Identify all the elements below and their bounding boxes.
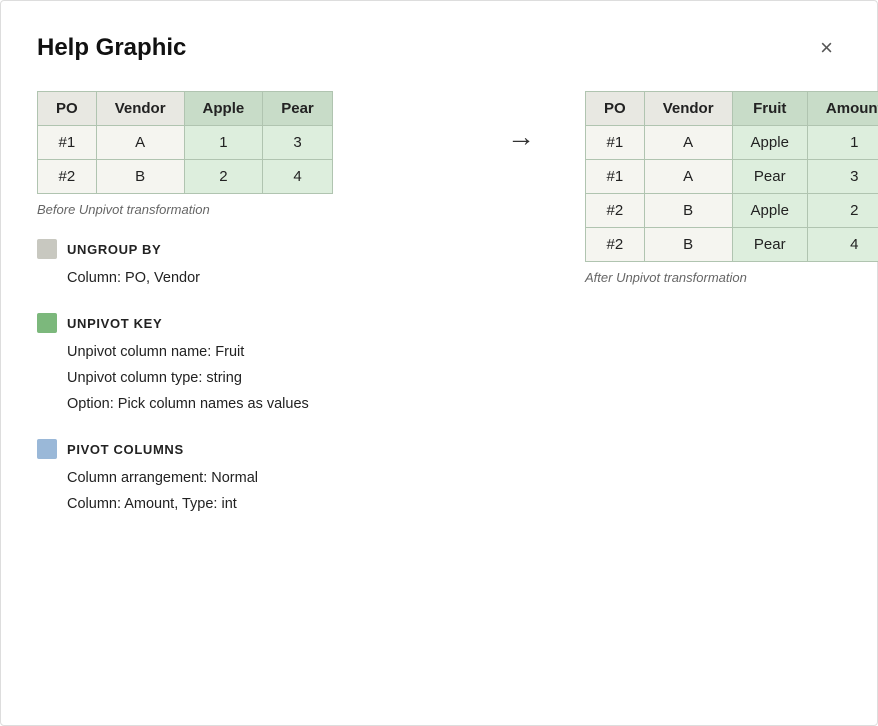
before-table-wrap: PO Vendor Apple Pear #1 A 1 3: [37, 91, 457, 217]
cell-amount: 1: [807, 126, 878, 160]
legend-pivot-columns: PIVOT COLUMNS Column arrangement: Normal…: [37, 439, 457, 517]
pivot-swatch: [37, 439, 57, 459]
pivot-line-2: Column: Amount, Type: int: [67, 491, 457, 517]
cell-pear: 4: [263, 160, 333, 194]
cell-vendor: B: [644, 228, 732, 262]
dialog-header: Help Graphic ×: [37, 33, 841, 63]
after-table: PO Vendor Fruit Amount #1 A Apple 1: [585, 91, 878, 262]
before-header-pear: Pear: [263, 92, 333, 126]
cell-po: #1: [586, 126, 645, 160]
before-header-po: PO: [38, 92, 97, 126]
cell-vendor: A: [644, 126, 732, 160]
close-button[interactable]: ×: [812, 33, 841, 63]
legend-ungroup: UNGROUP BY Column: PO, Vendor: [37, 239, 457, 291]
dialog-title: Help Graphic: [37, 34, 186, 62]
cell-pear: 3: [263, 126, 333, 160]
cell-fruit: Pear: [732, 228, 807, 262]
cell-amount: 3: [807, 160, 878, 194]
ungroup-swatch: [37, 239, 57, 259]
unpivot-label: UNPIVOT KEY: [67, 316, 162, 331]
after-header-vendor: Vendor: [644, 92, 732, 126]
content-area: PO Vendor Apple Pear #1 A 1 3: [37, 91, 841, 518]
cell-po: #1: [38, 126, 97, 160]
legend-pivot-header: PIVOT COLUMNS: [37, 439, 457, 459]
cell-fruit: Pear: [732, 160, 807, 194]
help-dialog: Help Graphic × PO Vendor Apple Pear: [0, 0, 878, 726]
unpivot-line-1: Unpivot column name: Fruit: [67, 339, 457, 365]
cell-fruit: Apple: [732, 126, 807, 160]
after-table-caption: After Unpivot transformation: [585, 270, 878, 285]
ungroup-line-1: Column: PO, Vendor: [67, 265, 457, 291]
table-row: #1 A 1 3: [38, 126, 333, 160]
before-table: PO Vendor Apple Pear #1 A 1 3: [37, 91, 333, 194]
after-header-amount: Amount: [807, 92, 878, 126]
table-row: #2 B Pear 4: [586, 228, 878, 262]
arrow-area: →: [497, 91, 545, 153]
legend-ungroup-header: UNGROUP BY: [37, 239, 457, 259]
cell-po: #2: [586, 194, 645, 228]
left-panel: PO Vendor Apple Pear #1 A 1 3: [37, 91, 457, 518]
cell-vendor: A: [644, 160, 732, 194]
cell-vendor: B: [96, 160, 184, 194]
cell-po: #2: [38, 160, 97, 194]
cell-fruit: Apple: [732, 194, 807, 228]
after-header-po: PO: [586, 92, 645, 126]
before-table-caption: Before Unpivot transformation: [37, 202, 457, 217]
cell-po: #2: [586, 228, 645, 262]
cell-vendor: B: [644, 194, 732, 228]
legend-unpivot-key: UNPIVOT KEY Unpivot column name: Fruit U…: [37, 313, 457, 417]
table-row: #2 B 2 4: [38, 160, 333, 194]
unpivot-line-3: Option: Pick column names as values: [67, 391, 457, 417]
unpivot-line-2: Unpivot column type: string: [67, 365, 457, 391]
cell-po: #1: [586, 160, 645, 194]
pivot-label: PIVOT COLUMNS: [67, 442, 184, 457]
before-header-vendor: Vendor: [96, 92, 184, 126]
ungroup-label: UNGROUP BY: [67, 242, 161, 257]
before-header-apple: Apple: [184, 92, 263, 126]
after-header-fruit: Fruit: [732, 92, 807, 126]
cell-amount: 2: [807, 194, 878, 228]
unpivot-body: Unpivot column name: Fruit Unpivot colum…: [37, 339, 457, 417]
pivot-body: Column arrangement: Normal Column: Amoun…: [37, 465, 457, 517]
unpivot-swatch: [37, 313, 57, 333]
table-row: #1 A Pear 3: [586, 160, 878, 194]
cell-apple: 2: [184, 160, 263, 194]
transform-arrow: →: [507, 121, 535, 153]
cell-apple: 1: [184, 126, 263, 160]
cell-amount: 4: [807, 228, 878, 262]
legend-unpivot-header: UNPIVOT KEY: [37, 313, 457, 333]
after-table-wrap: PO Vendor Fruit Amount #1 A Apple 1: [585, 91, 878, 285]
table-row: #2 B Apple 2: [586, 194, 878, 228]
cell-vendor: A: [96, 126, 184, 160]
pivot-line-1: Column arrangement: Normal: [67, 465, 457, 491]
right-panel: PO Vendor Fruit Amount #1 A Apple 1: [585, 91, 878, 293]
ungroup-body: Column: PO, Vendor: [37, 265, 457, 291]
table-row: #1 A Apple 1: [586, 126, 878, 160]
